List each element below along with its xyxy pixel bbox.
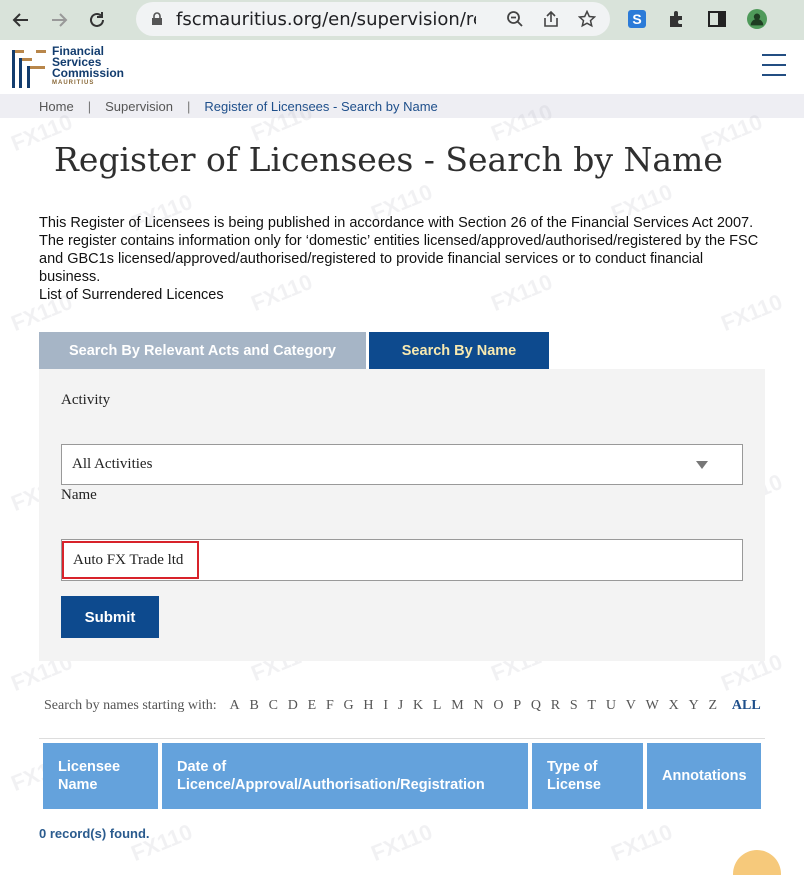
page-title: Register of Licensees - Search by Name [54,140,723,179]
alphabet-letter-g[interactable]: G [344,698,354,713]
alphabet-letter-m[interactable]: M [451,698,463,713]
column-header-type-of-license: Type of License [532,743,643,809]
alphabet-letter-d[interactable]: D [288,698,298,713]
back-button[interactable] [4,3,38,37]
column-header-licensee-name: Licensee Name [43,743,158,809]
alphabet-letter-y[interactable]: Y [689,698,699,713]
dropdown-caret-icon [696,461,708,469]
browser-toolbar: fscmauritius.org/en/supervision/re... S [0,0,804,40]
profile-button[interactable] [742,4,772,34]
intro-text: This Register of Licensees is being publ… [39,214,759,304]
activity-select-value: All Activities [72,456,153,472]
alphabet-letter-q[interactable]: Q [531,698,541,713]
extension-s-button[interactable]: S [622,4,652,34]
hamburger-line [762,64,786,66]
alphabet-letter-t[interactable]: T [588,698,597,713]
forward-arrow-icon [52,13,68,27]
breadcrumb: Home | Supervision | Register of License… [0,94,804,118]
name-input[interactable]: Auto FX Trade ltd [61,539,743,581]
alphabet-letter-b[interactable]: B [249,698,258,713]
address-bar[interactable]: fscmauritius.org/en/supervision/re... [136,2,610,36]
alphabet-letter-r[interactable]: R [551,698,560,713]
alphabet-letter-u[interactable]: U [606,698,616,713]
puzzle-icon [670,11,682,27]
watermark: FX110 [607,819,676,867]
breadcrumb-supervision[interactable]: Supervision [105,99,173,114]
alphabet-letter-v[interactable]: V [626,698,636,713]
reload-icon [90,12,104,27]
s-extension-icon: S [628,10,646,28]
breadcrumb-separator: | [187,98,191,114]
zoom-icon[interactable] [506,10,524,28]
column-header-annotations: Annotations [647,743,761,809]
name-input-value: Auto FX Trade ltd [73,551,184,568]
logo-line-4: MAURITIUS [52,80,95,86]
hamburger-line [762,74,786,76]
alphabet-letter-x[interactable]: X [669,698,679,713]
breadcrumb-home[interactable]: Home [39,99,74,114]
alphabet-filter: Search by names starting with: ABCDEFGHI… [44,698,761,714]
watermark: FX110 [367,819,436,867]
tab-search-by-name[interactable]: Search By Name [369,332,549,369]
side-panel-button[interactable] [702,4,732,34]
side-panel-icon [708,11,726,27]
name-label: Name [61,487,97,503]
hamburger-line [762,54,786,56]
alphabet-letters: ABCDEFGHIJKLMNOPQRSTUVWXYZ [225,698,722,714]
alphabet-letter-p[interactable]: P [513,698,521,713]
logo-line-3: Commission [52,66,125,80]
fsc-logo[interactable]: Financial Services Commission MAURITIUS [10,45,125,90]
alphabet-letter-f[interactable]: F [326,698,334,713]
alphabet-letter-j[interactable]: J [398,698,403,713]
lock-icon [152,12,162,25]
svg-text:S: S [632,11,641,27]
divider [39,738,765,739]
tab-search-by-acts[interactable]: Search By Relevant Acts and Category [39,332,366,369]
alphabet-letter-o[interactable]: O [493,698,503,713]
site-header: Financial Services Commission MAURITIUS [0,40,804,94]
alphabet-letter-c[interactable]: C [269,698,278,713]
records-found-text: 0 record(s) found. [39,826,150,841]
avatar-icon [747,9,767,29]
breadcrumb-current[interactable]: Register of Licensees - Search by Name [204,99,437,114]
alphabet-letter-k[interactable]: K [413,698,423,713]
alphabet-letter-h[interactable]: H [363,698,373,713]
alphabet-letter-i[interactable]: I [383,698,388,713]
surrendered-licences-link[interactable]: List of Surrendered Licences [39,286,759,304]
alphabet-letter-n[interactable]: N [474,698,484,713]
menu-button[interactable] [762,54,786,76]
forward-button[interactable] [42,3,76,37]
alphabet-all-link[interactable]: ALL [732,698,761,714]
activity-label: Activity [61,392,111,408]
fsc-logo-mark-icon [12,50,46,88]
submit-button[interactable]: Submit [61,596,159,638]
back-arrow-icon [12,13,28,27]
intro-paragraph: This Register of Licensees is being publ… [39,215,759,285]
alphabet-letter-w[interactable]: W [646,698,659,713]
share-icon[interactable] [542,10,560,28]
alphabet-letter-l[interactable]: L [433,698,442,713]
reload-button[interactable] [80,3,114,37]
alphabet-letter-e[interactable]: E [308,698,317,713]
scroll-to-top-button[interactable] [733,850,781,875]
alphabet-letter-z[interactable]: Z [708,698,717,713]
alphabet-letter-s[interactable]: S [570,698,578,713]
url-text: fscmauritius.org/en/supervision/re... [176,8,476,30]
extensions-button[interactable] [662,4,692,34]
column-header-date-of-licence: Date of Licence/Approval/Authorisation/R… [162,743,528,809]
bookmark-star-icon[interactable] [578,10,596,28]
activity-select[interactable]: All Activities [61,444,743,485]
logo-wordmark: Financial Services Commission MAURITIUS [52,45,125,88]
breadcrumb-separator: | [87,98,92,114]
alphabet-letter-a[interactable]: A [230,698,240,713]
alphabet-filter-label: Search by names starting with: [44,698,217,713]
